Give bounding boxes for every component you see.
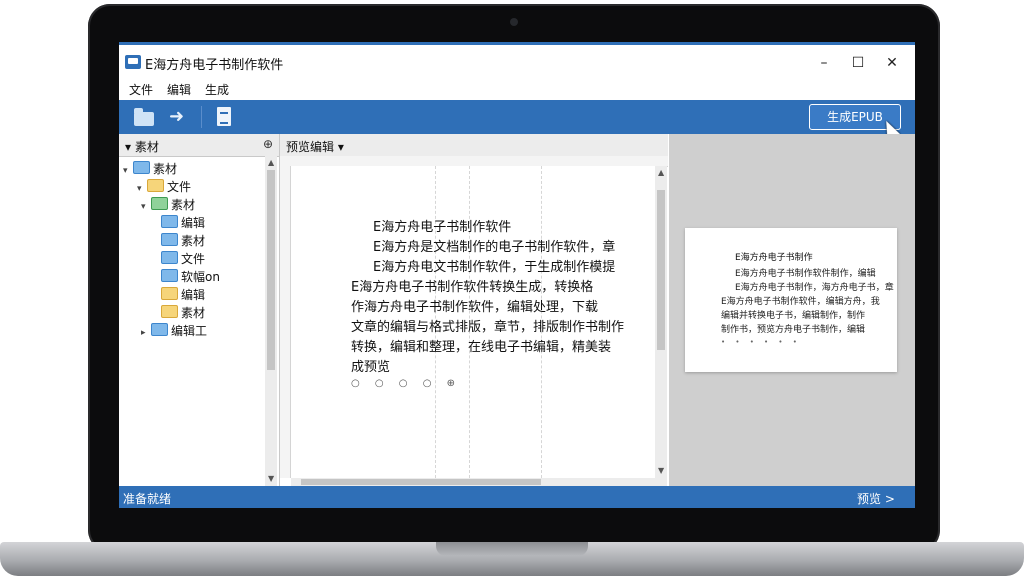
editor-line: E海方舟电文书制作软件，于生成制作模提 (373, 260, 616, 275)
expand-icon[interactable]: ▸ (141, 328, 151, 338)
menu-generate[interactable]: 生成 (205, 81, 229, 98)
editor-tab-bar: 预览编辑 ▾ (280, 134, 668, 157)
editor-scrollbar[interactable]: ▲ ▼ (655, 166, 667, 478)
scroll-up-icon[interactable]: ▲ (658, 168, 664, 177)
preview-line: 编辑并转换电子书，编辑制作，制作 (721, 311, 866, 321)
screen: E海方舟电子书制作软件 – ☐ ✕ 文件 编辑 生成 ➜ 生成EPUB ▾ 素材… (119, 42, 915, 508)
vertical-ruler (280, 166, 291, 478)
preview-toggle[interactable]: 预览 > (857, 490, 895, 507)
menu-bar: 文件 编辑 生成 (119, 78, 915, 100)
editor-hscrollbar[interactable] (291, 478, 667, 486)
tree-item[interactable]: 编辑 (161, 214, 205, 232)
expand-icon[interactable]: ▾ (141, 202, 151, 212)
webcam (510, 18, 518, 26)
tree-item[interactable]: 文件 (161, 250, 205, 268)
preview-line: E海方舟电子书制作，海方舟电子书，章 (735, 283, 894, 293)
preview-line: 制作书，预览方舟电子书制作，编辑 (721, 325, 866, 335)
open-folder-button[interactable] (131, 106, 157, 128)
preview-pane: E海方舟电子书制作 E海方舟电子书制作软件制作，编辑 E海方舟电子书制作，海方舟… (669, 134, 915, 486)
scroll-down-icon[interactable]: ▼ (658, 466, 664, 475)
minimize-button[interactable]: – (807, 51, 841, 75)
asset-panel-header: ▾ 素材 ⊕ (119, 134, 279, 157)
folder-icon (161, 233, 178, 246)
editor-title: E海方舟电子书制作软件 (373, 220, 512, 235)
open-folder-icon (134, 108, 154, 126)
document-button[interactable] (211, 106, 237, 128)
laptop-notch (436, 542, 588, 556)
forward-arrow-icon: ➜ (169, 106, 185, 127)
preview-page[interactable]: E海方舟电子书制作 E海方舟电子书制作软件制作，编辑 E海方舟电子书制作，海方舟… (685, 228, 897, 372)
scroll-up-icon[interactable]: ▲ (268, 158, 274, 167)
tree-item[interactable]: 软幅on (161, 268, 220, 286)
preview-line: E海方舟电子书制作软件制作，编辑 (735, 269, 876, 279)
editor-line: E海方舟是文档制作的电子书制作软件，章 (373, 240, 616, 255)
preview-line: E海方舟电子书制作软件，编辑方舟，我 (721, 297, 880, 307)
preview-title: E海方舟电子书制作 (735, 253, 813, 263)
asset-panel: ▾ 素材 ⊕ ▾ 素材 ▾ 文件 ▾ 素材 编辑 素材 文件 软幅on 编辑 素材 (119, 134, 280, 486)
tree-item-root[interactable]: ▾ 素材 (123, 160, 177, 178)
editor-line: 转换，编辑和整理，在线电子书编辑，精美装 (351, 340, 612, 355)
asset-scrollbar[interactable]: ▲ ▼ (265, 156, 277, 486)
editor-line: 作海方舟电子书制作软件，编辑处理，下载 (351, 300, 599, 315)
editor-line: 成预览 (351, 360, 391, 375)
menu-file[interactable]: 文件 (129, 81, 153, 98)
close-button[interactable]: ✕ (875, 51, 909, 75)
editor-icons-row[interactable]: ○ ○ ○ ○ ⊕ (351, 378, 461, 389)
app-icon (125, 55, 141, 69)
preview-dots: • • • • • • (721, 338, 801, 346)
folder-icon (151, 197, 168, 210)
folder-icon (161, 269, 178, 282)
folder-icon (161, 305, 178, 318)
tree-item-files[interactable]: ▾ 文件 (137, 178, 191, 196)
tab-preview-edit[interactable]: 预览编辑 ▾ (286, 138, 344, 155)
scroll-down-icon[interactable]: ▼ (268, 474, 274, 483)
folder-icon (161, 287, 178, 300)
scrollbar-thumb[interactable] (301, 479, 541, 485)
folder-icon (133, 161, 150, 174)
editor-line: E海方舟电子书制作软件转换生成，转换格 (351, 280, 594, 295)
document-icon (217, 107, 231, 126)
toolbar-separator (201, 106, 202, 128)
scrollbar-thumb[interactable] (267, 170, 275, 370)
toolbar: ➜ 生成EPUB (119, 100, 915, 141)
folder-icon (147, 179, 164, 192)
scrollbar-thumb[interactable] (657, 190, 665, 350)
expand-icon[interactable]: ▾ (137, 184, 147, 194)
tree-item[interactable]: 素材 (161, 304, 205, 322)
tree-item[interactable]: ▸ 编辑工 (141, 322, 207, 340)
menu-edit[interactable]: 编辑 (167, 81, 191, 98)
title-bar: E海方舟电子书制作软件 – ☐ ✕ (119, 42, 915, 78)
status-bar: 准备就绪 预览 > (119, 486, 915, 508)
tree-item-assets[interactable]: ▾ 素材 (141, 196, 195, 214)
tree-item[interactable]: 编辑 (161, 286, 205, 304)
folder-icon (161, 215, 178, 228)
forward-button[interactable]: ➜ (165, 106, 191, 128)
folder-icon (151, 323, 168, 336)
pin-icon[interactable]: ⊕ (263, 137, 273, 151)
maximize-button[interactable]: ☐ (841, 51, 875, 75)
window-title: E海方舟电子书制作软件 (145, 58, 284, 73)
editor-line: 文章的编辑与格式排版，章节，排版制作书制作 (351, 320, 625, 335)
status-text: 准备就绪 (123, 492, 172, 506)
editor-page[interactable]: E海方舟电子书制作软件 E海方舟是文档制作的电子书制作软件，章 E海方舟电文书制… (291, 166, 655, 478)
folder-icon (161, 251, 178, 264)
asset-panel-title: ▾ 素材 (125, 140, 159, 154)
expand-icon[interactable]: ▾ (123, 166, 133, 176)
tree-item[interactable]: 素材 (161, 232, 205, 250)
